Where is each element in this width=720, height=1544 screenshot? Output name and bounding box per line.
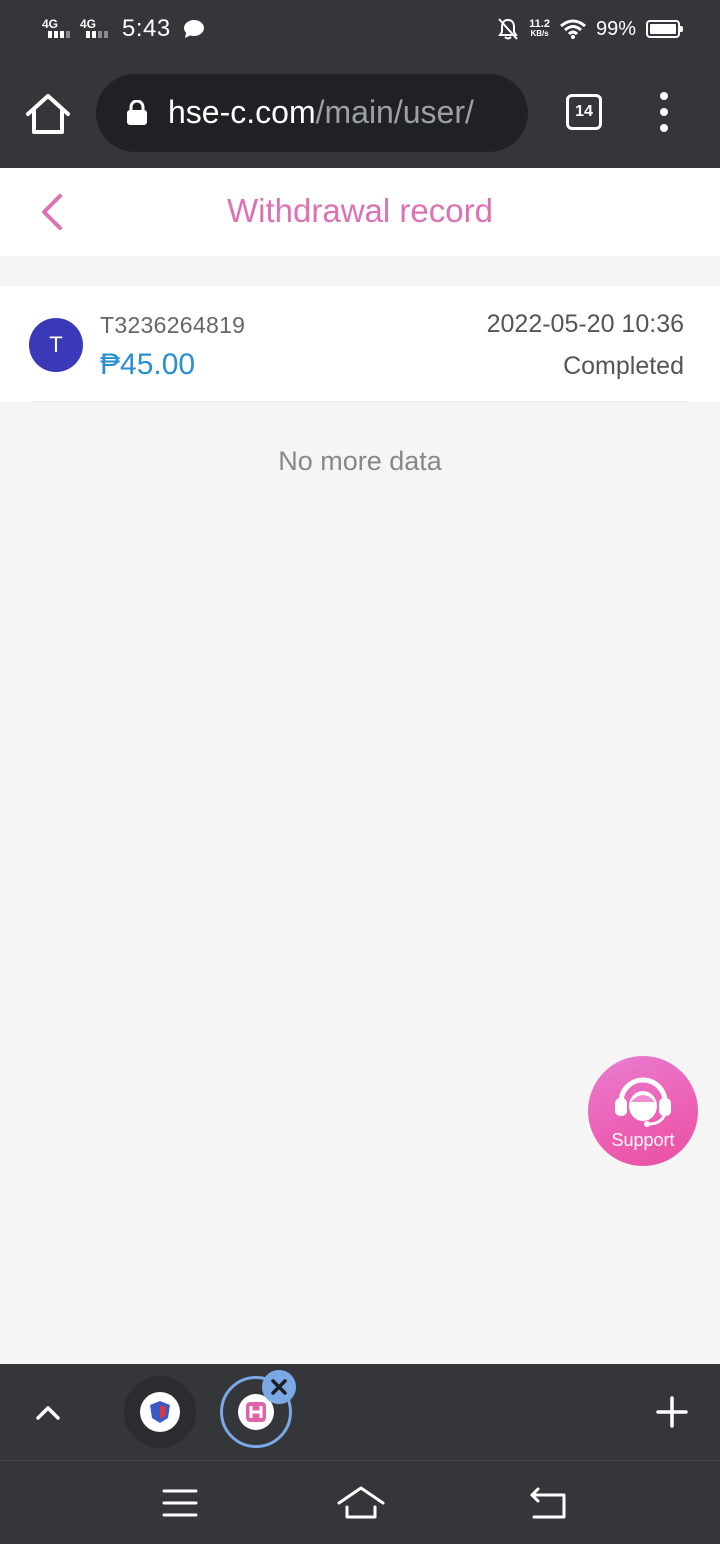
record-amount: ₱45.00 xyxy=(100,348,196,381)
more-vert-icon[interactable] xyxy=(654,92,674,132)
network-speed: 11.2 KB/s xyxy=(529,18,550,39)
signal-icon-sim2: 4G xyxy=(80,15,114,43)
list-item[interactable]: T T3236264819 ₱45.00 2022-05-20 10:36 Co… xyxy=(0,286,720,402)
battery-icon xyxy=(646,20,683,38)
tab-favicon xyxy=(140,1392,180,1432)
status-bar: 4G 4G 5:43 11.2 KB/s 99% xyxy=(0,0,720,58)
tab-switcher-button[interactable]: 14 xyxy=(566,94,602,130)
tab-strip xyxy=(0,1364,720,1460)
back-icon[interactable] xyxy=(528,1485,570,1521)
close-icon[interactable] xyxy=(262,1370,296,1404)
chat-bubble-icon xyxy=(183,20,204,38)
menu-icon[interactable] xyxy=(162,1487,198,1519)
page-title: Withdrawal record xyxy=(227,192,493,229)
support-button[interactable]: Support xyxy=(588,1056,698,1166)
tab-thumbnail[interactable] xyxy=(124,1376,196,1448)
chevron-up-icon[interactable] xyxy=(32,1396,64,1428)
system-nav-bar xyxy=(0,1460,720,1544)
page-header: Withdrawal record xyxy=(0,168,720,256)
signal-icon-sim1: 4G xyxy=(42,15,76,43)
support-label: Support xyxy=(611,1130,675,1150)
bell-off-icon xyxy=(498,18,519,40)
no-more-data-text: No more data xyxy=(278,446,442,476)
record-datetime: 2022-05-20 10:36 xyxy=(486,310,684,338)
avatar: T xyxy=(29,318,83,372)
network-type-1: 4G xyxy=(42,17,59,31)
shield-icon xyxy=(150,1401,170,1423)
status-right: 11.2 KB/s 99% xyxy=(497,14,683,44)
status-left: 4G 4G 5:43 xyxy=(42,14,205,44)
battery-percent: 99% xyxy=(595,17,636,40)
record-id: T3236264819 xyxy=(100,312,246,338)
browser-toolbar: hse-c.com/main/user/ 14 xyxy=(0,58,720,168)
wifi-icon xyxy=(560,19,586,39)
headset-icon xyxy=(615,1077,671,1127)
status-badge: Completed xyxy=(563,352,684,380)
home-icon[interactable] xyxy=(336,1483,386,1523)
home-icon[interactable] xyxy=(24,92,72,136)
url-text: hse-c.com/main/user/ xyxy=(168,94,474,130)
address-bar[interactable]: hse-c.com/main/user/ xyxy=(96,74,528,152)
plus-icon[interactable] xyxy=(654,1394,690,1430)
network-type-2: 4G xyxy=(80,17,97,31)
lock-icon xyxy=(127,100,147,125)
clock: 5:43 xyxy=(122,15,171,42)
